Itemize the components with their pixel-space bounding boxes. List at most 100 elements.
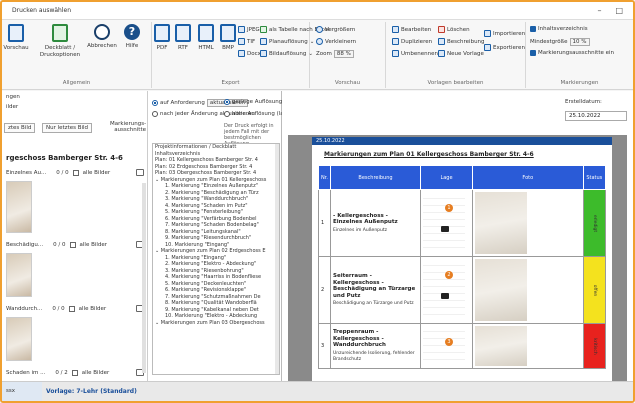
edit-icon[interactable] (136, 169, 144, 176)
neue-vorlage-button[interactable]: Neue Vorlage (438, 50, 484, 57)
group-label-markierungen: Markierungen (560, 80, 599, 86)
jpeg-button[interactable]: JPEG (238, 26, 260, 33)
date-input[interactable]: 25.10.2022 (565, 111, 627, 121)
tree-scrollbar[interactable] (275, 144, 279, 374)
zoom-input[interactable]: 88 % (333, 50, 354, 58)
pdf-icon (154, 24, 170, 42)
print-preview: 25.10.2022 Markierungen zum Plan 01 Kell… (288, 135, 627, 381)
page-header: 25.10.2022 (312, 137, 612, 145)
list-item[interactable]: Schaden im ... 0 / 2 alle Bilder (6, 369, 144, 376)
app-window: Drucken auswählen – □ Vorschau Deckblatt… (0, 0, 635, 403)
bmp-button[interactable]: BMP (218, 24, 238, 52)
row-title: Seiterraum - Kellergeschoss - Beschädigu… (333, 273, 416, 299)
status-bar: ssx Vorlage: 7-Lehr (Standard) (2, 381, 633, 401)
date-label: Erstelldatum: (565, 99, 602, 105)
hilfe-button[interactable]: ? Hilfe (114, 24, 150, 50)
deckblatt-button[interactable]: Deckblatt / Druckoptionen (38, 24, 82, 59)
rtf-button[interactable]: RTF (172, 24, 194, 52)
row-number: 3 (318, 323, 331, 369)
row-desc: Unzureichende Isolierung, fehlender Bran… (333, 350, 415, 362)
planaufloesung-dropdown[interactable]: Planauflösung ⌄ (260, 38, 314, 45)
loeschen-button[interactable]: Löschen (438, 26, 470, 33)
umbenennen-button[interactable]: Umbenennen (392, 50, 438, 57)
ribbon-group-export: PDF RTF HTML BMP JPEG TIF Docx als Tabel… (152, 22, 329, 88)
row-foto (472, 256, 584, 324)
tree-items: Projektinformationen / Deckblatt Inhaltsv… (153, 144, 279, 326)
zoom-in-button[interactable]: Vergrößern (316, 26, 355, 33)
minimize-button[interactable]: – (597, 6, 601, 15)
maximize-button[interactable]: □ (615, 6, 623, 15)
row-description: Treppenraum - Kellergeschoss - Wanddurch… (330, 323, 421, 369)
pdf-button[interactable]: PDF (152, 24, 172, 52)
marker-pin-icon: 2 (445, 271, 453, 279)
left-label-1: ngen (6, 94, 20, 100)
radio-on-icon (152, 100, 158, 106)
export-icon (484, 44, 491, 51)
first-image-button[interactable]: ztes Bild (4, 123, 36, 133)
camera-icon (441, 226, 449, 232)
duplicate-icon (392, 38, 399, 45)
marker-pin-icon: 3 (445, 338, 453, 346)
duplizieren-button[interactable]: Duplizieren (392, 38, 432, 45)
row-desc: Einzelnes im Außenputz (333, 227, 388, 233)
list-item[interactable]: Einzelnes Au... 0 / 0 alle Bilder (6, 169, 144, 176)
row-desc: Beschädigung an Türzarge und Putz (333, 301, 414, 306)
page-title: Markierungen zum Plan 01 Kellergeschoss … (324, 151, 534, 158)
group-label-allgemein: Allgemein (62, 80, 91, 86)
image-icon (260, 50, 267, 57)
zoom-out-icon (316, 38, 323, 45)
list-item[interactable]: Wanddurch... 0 / 0 alle Bilder (6, 305, 144, 312)
checkbox[interactable] (68, 305, 75, 312)
exportieren-button[interactable]: Exportieren (484, 44, 525, 51)
html-button[interactable]: HTML (194, 24, 218, 52)
checkbox-checked-icon (530, 26, 536, 32)
inhaltsverzeichnis-checkbox[interactable]: Inhaltsverzeichnis (530, 26, 588, 32)
tif-button[interactable]: TIF (238, 38, 255, 45)
new-template-icon (438, 50, 445, 57)
photo (475, 192, 527, 254)
tree-item[interactable]: ⌄ Markierungen zum Plan 02 Erdgeschoss E (153, 248, 279, 255)
excel-icon (260, 26, 267, 33)
tree-item[interactable]: ⌄ Markierungen zum Plan 03 Obergeschoss (153, 320, 279, 327)
tree-item[interactable]: 4. Markierung "Haarriss in Bodenfliese (153, 274, 279, 281)
beschreibung-button[interactable]: Beschreibung (438, 38, 485, 45)
importieren-button[interactable]: Importieren (484, 30, 525, 37)
floorplan-snippet: 3 (423, 326, 465, 366)
content-tree: Projektinformationen / Deckblatt Inhaltsv… (152, 143, 280, 375)
checkbox[interactable] (72, 169, 79, 176)
radio-off-icon (224, 111, 230, 117)
help-icon: ? (124, 24, 140, 40)
ribbon-group-markierungen: Inhaltsverzeichnis Mindestgröße 10 % Mark… (526, 22, 633, 88)
last-image-button[interactable]: Nur letztes Bild (42, 123, 93, 133)
checkbox[interactable] (71, 369, 78, 376)
zoom-in-icon (316, 26, 323, 33)
preview-icon (8, 24, 24, 42)
checkbox[interactable] (69, 241, 76, 248)
row-lage: 1 (420, 189, 473, 257)
list-item[interactable]: Beschädigu... 0 / 0 alle Bilder (6, 241, 144, 248)
photo (475, 259, 527, 321)
left-scrollbar[interactable] (142, 183, 146, 373)
row-lage: 3 (420, 323, 473, 369)
docx-icon (238, 50, 245, 57)
jpeg-icon (238, 26, 245, 33)
table-row: 1 - Kellergeschoss - Einzelnes Außenputz… (318, 189, 607, 257)
zoom-control: Zoom 88 % (316, 50, 354, 58)
image-thumbnail[interactable] (6, 317, 32, 361)
bmp-icon (220, 24, 236, 42)
template-status[interactable]: Vorlage: 7-Lehr (Standard) (46, 388, 137, 395)
bearbeiten-button[interactable]: Bearbeiten (392, 26, 431, 33)
radio-on-icon (224, 99, 230, 105)
edit-icon (392, 26, 399, 33)
docx-button[interactable]: Docx (238, 50, 261, 57)
bildaufloesung-dropdown[interactable]: Bildauflösung ⌄ (260, 50, 313, 57)
zoom-out-button[interactable]: Verkleinern (316, 38, 356, 45)
camera-icon (441, 293, 449, 299)
mindestgroesse-input[interactable]: 10 % (569, 38, 590, 46)
image-thumbnail[interactable] (6, 253, 32, 297)
image-thumbnail[interactable] (6, 181, 32, 233)
group-label-export: Export (221, 80, 240, 86)
markierungsausschnitte-checkbox[interactable]: Markierungsausschnitte ein (530, 50, 614, 56)
marker-pin-icon: 1 (445, 204, 453, 212)
vorschau-button[interactable]: Vorschau (2, 24, 36, 52)
